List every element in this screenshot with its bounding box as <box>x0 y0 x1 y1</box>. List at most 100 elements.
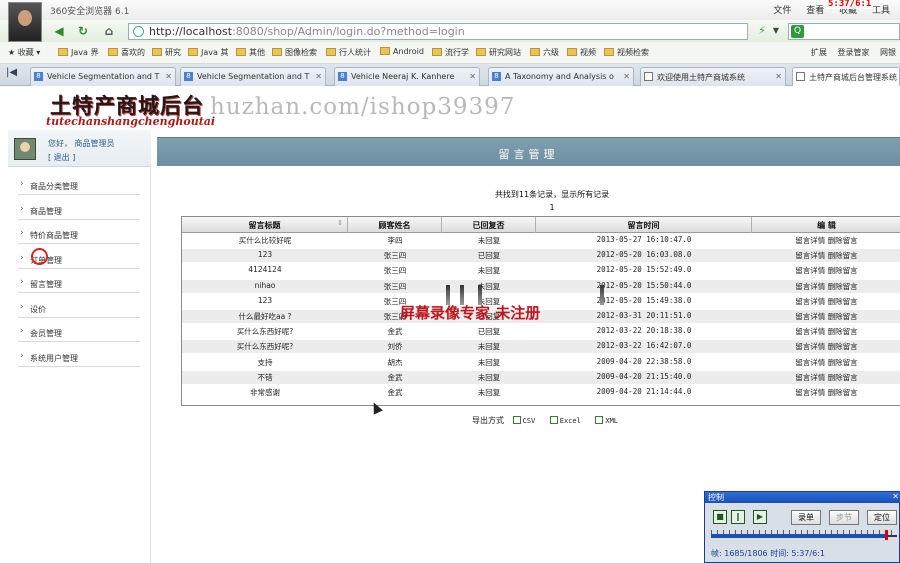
export-csv[interactable]: CSV <box>512 416 542 425</box>
delete-message-link[interactable]: 删除留言 <box>828 297 858 306</box>
sidebar-item-system-users[interactable]: 系统用户管理 <box>18 349 140 367</box>
close-icon[interactable]: ✕ <box>315 72 322 81</box>
fav-folder[interactable]: Java 界 <box>58 47 98 58</box>
table-row: 买什么比较好呢 李四 未回复 2013-05-27 16:10:47.0 留言详情 删除… <box>182 234 900 247</box>
fav-folder[interactable]: Java 其 <box>188 47 228 58</box>
delete-message-link[interactable]: 删除留言 <box>828 282 858 291</box>
excel-icon <box>549 416 558 424</box>
chevron-down-icon[interactable]: ▼ <box>770 23 782 39</box>
sidebar-item-specials[interactable]: 特价商品管理 <box>18 226 140 244</box>
cell-customer: 李四 <box>387 236 403 245</box>
home-icon[interactable]: ⌂ <box>100 23 118 39</box>
browser-tab[interactable]: 8 Vehicle Segmentation and T ✕ <box>180 67 326 86</box>
browser-tab[interactable]: 8 Vehicle Segmentation and T ✕ <box>30 67 176 86</box>
fav-folder[interactable]: 视频 <box>567 47 596 58</box>
logout-link[interactable]: [ 退出 ] <box>48 152 75 163</box>
fav-folder[interactable]: 流行学 <box>432 47 469 58</box>
lightning-icon[interactable]: ⚡ <box>752 23 772 39</box>
message-detail-link[interactable]: 留言详情 <box>795 342 825 351</box>
back-icon[interactable]: ◀ <box>50 23 68 39</box>
tab-scroll-icon[interactable]: |◀ <box>6 67 17 78</box>
sidebar-item-members[interactable]: 会员管理 <box>18 324 140 342</box>
fav-folder[interactable]: 研究网站 <box>476 47 521 58</box>
fav-folder[interactable]: 视频检索 <box>604 47 649 58</box>
message-detail-link[interactable]: 留言详情 <box>795 373 825 382</box>
column-header[interactable]: 留言时间 <box>536 217 752 233</box>
browser-tab[interactable]: 8 Vehicle Neeraj K. Kanhere ✕ <box>334 67 480 86</box>
message-detail-link[interactable]: 留言详情 <box>795 266 825 275</box>
address-url: http://localhost:8080/shop/Admin/login.d… <box>149 25 465 38</box>
search-input[interactable]: Q <box>788 23 900 40</box>
sidebar-item-category[interactable]: 商品分类管理 <box>18 177 140 195</box>
message-detail-link[interactable]: 留言详情 <box>795 312 825 321</box>
address-bar[interactable]: http://localhost:8080/shop/Admin/login.d… <box>128 23 748 40</box>
column-header[interactable]: 顾客姓名 <box>348 217 442 233</box>
recorder-thumb[interactable] <box>884 530 888 540</box>
page-number[interactable]: 1 <box>157 203 900 212</box>
pause-icon[interactable]: ‖ <box>731 510 745 524</box>
favorites-menu[interactable]: ★ 收藏 ▾ <box>8 47 40 58</box>
sidebar-item-products[interactable]: 商品管理 <box>18 202 140 220</box>
cell-customer: 金武 <box>387 388 403 397</box>
menu-view[interactable]: 查看 <box>806 6 824 16</box>
column-header[interactable]: 留言标题 ⇕ <box>182 217 348 233</box>
cell-title: 买什么东西好呢? <box>236 342 294 352</box>
browser-tab[interactable]: 欢迎使用土特产商城系统 ✕ <box>640 67 786 86</box>
cell-customer: 金武 <box>387 372 403 382</box>
delete-message-link[interactable]: 删除留言 <box>828 342 858 351</box>
cell-actions: 留言详情 删除留言 <box>752 311 900 322</box>
delete-message-link[interactable]: 删除留言 <box>828 327 858 336</box>
message-detail-link[interactable]: 留言详情 <box>795 282 825 291</box>
delete-message-link[interactable]: 删除留言 <box>828 312 858 321</box>
delete-message-link[interactable]: 删除留言 <box>828 373 858 382</box>
close-icon[interactable]: ✕ <box>165 72 172 81</box>
export-xml[interactable]: XML <box>595 416 624 425</box>
fav-folder[interactable]: 六级 <box>530 47 559 58</box>
message-detail-link[interactable]: 留言详情 <box>795 327 825 336</box>
message-detail-link[interactable]: 留言详情 <box>795 297 825 306</box>
login-manager-button[interactable]: 登录管家 <box>837 48 869 57</box>
menu-tools[interactable]: 工具 <box>872 6 890 16</box>
refresh-icon[interactable]: ↻ <box>74 23 92 39</box>
bank-button[interactable]: 网银 <box>880 48 896 57</box>
browser-tab-active[interactable]: 土特产商城后台管理系统 <box>792 67 900 86</box>
step-button[interactable]: 步节 <box>829 510 859 525</box>
cell-customer: 张三四 <box>383 266 407 276</box>
fav-folder[interactable]: 喜欢的 <box>108 47 145 58</box>
messages-table: 留言标题 ⇕ 顾客姓名 已回复否 留言时间 编 辑 买什么比较好呢 李四 未回复 201… <box>181 216 900 406</box>
cell-time: 2009-04-20 22:38:58.0 <box>596 356 692 366</box>
record-button[interactable]: 录单 <box>791 510 821 525</box>
table-row: 买什么东西好呢? 金武 已回复 2012-03-22 20:18:38.0 留言详情 删… <box>182 325 900 338</box>
fav-folder[interactable]: 其他 <box>236 47 265 58</box>
close-icon[interactable]: ✕ <box>892 492 899 501</box>
browser-tab[interactable]: 8A Taxonomy and Analysis o ✕ <box>488 67 634 86</box>
delete-message-link[interactable]: 删除留言 <box>828 236 858 245</box>
sidebar-item-pricing[interactable]: 设价 <box>18 300 140 318</box>
message-detail-link[interactable]: 留言详情 <box>795 236 825 245</box>
export-excel[interactable]: Excel <box>549 416 587 425</box>
column-header[interactable]: 已回复否 <box>442 217 536 233</box>
delete-message-link[interactable]: 删除留言 <box>828 358 858 367</box>
stop-icon[interactable]: ▶ <box>753 510 767 524</box>
fav-folder[interactable]: 图像检索 <box>272 47 317 58</box>
delete-message-link[interactable]: 删除留言 <box>828 388 858 397</box>
fav-folder[interactable]: 行人统计 <box>326 47 371 58</box>
locate-button[interactable]: 定位 <box>867 510 897 525</box>
close-icon[interactable]: ✕ <box>623 72 630 81</box>
csv-icon <box>512 416 521 424</box>
extensions-button[interactable]: 扩展 <box>811 48 827 57</box>
delete-message-link[interactable]: 删除留言 <box>828 251 858 260</box>
menu-file[interactable]: 文件 <box>773 6 791 16</box>
close-icon[interactable]: ✕ <box>469 72 476 81</box>
page-title: 留言管理 <box>498 148 559 161</box>
folder-icon <box>326 48 336 56</box>
play-icon[interactable]: ■ <box>713 510 727 524</box>
close-icon[interactable]: ✕ <box>775 72 782 81</box>
delete-message-link[interactable]: 删除留言 <box>828 266 858 275</box>
message-detail-link[interactable]: 留言详情 <box>795 388 825 397</box>
message-detail-link[interactable]: 留言详情 <box>795 358 825 367</box>
sidebar-item-messages[interactable]: 留言管理 <box>18 275 140 293</box>
fav-folder[interactable]: 研究 <box>152 47 181 58</box>
fav-folder[interactable]: Android <box>380 47 424 56</box>
message-detail-link[interactable]: 留言详情 <box>795 251 825 260</box>
